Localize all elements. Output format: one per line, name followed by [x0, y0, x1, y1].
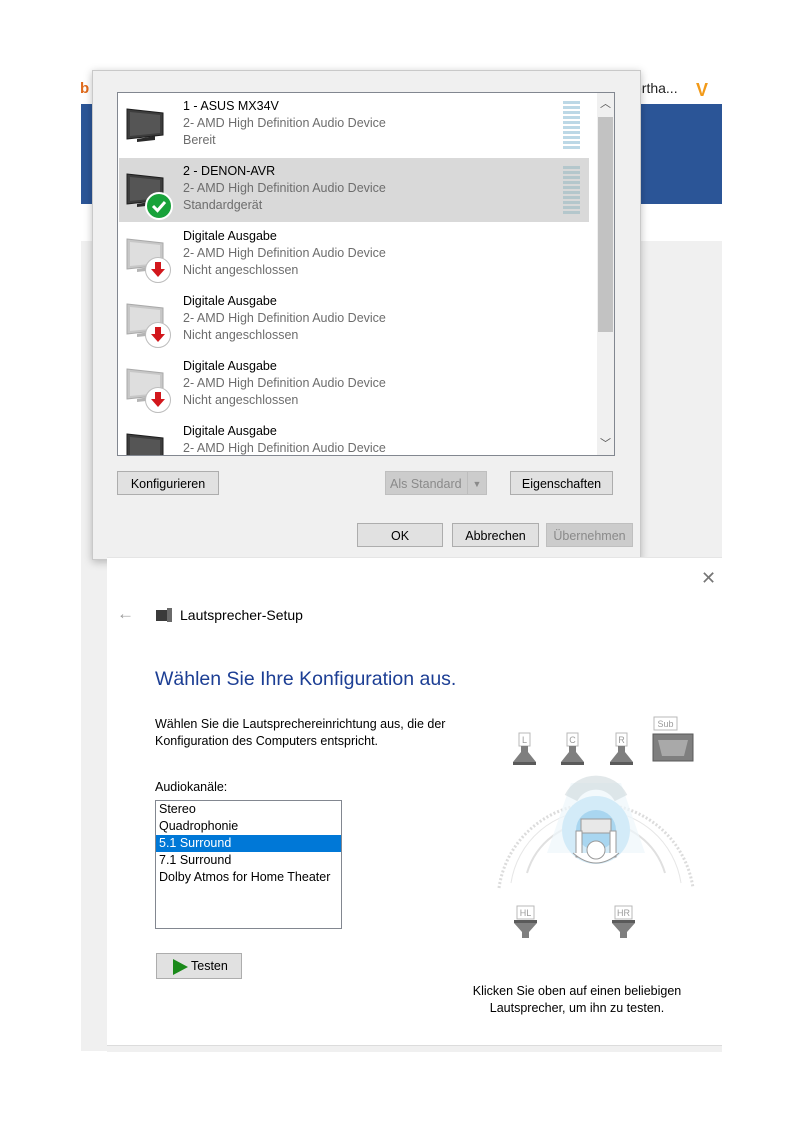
channel-option[interactable]: 7.1 Surround — [156, 852, 341, 869]
cancel-button[interactable]: Abbrechen — [452, 523, 539, 547]
test-button-label: Testen — [191, 959, 228, 973]
volume-meter — [563, 166, 580, 214]
speaker-rear-left[interactable]: HL — [514, 905, 537, 938]
page-heading: Wählen Sie Ihre Konfiguration aus. — [155, 668, 457, 690]
channel-option[interactable]: Quadrophonie — [156, 818, 341, 835]
background-browser-logo: V — [696, 80, 709, 100]
speaker-label-center: C — [569, 735, 576, 745]
close-icon[interactable]: ✕ — [701, 568, 716, 589]
speaker-front-right[interactable]: R — [610, 732, 633, 765]
set-default-label: Als Standard — [390, 477, 462, 491]
audio-channels-label: Audiokanäle: — [155, 780, 228, 794]
test-hint-text: Klicken Sie oben auf einen beliebigen La… — [472, 984, 682, 1015]
panel-footer — [107, 1045, 722, 1052]
channel-option[interactable]: Stereo — [156, 801, 341, 818]
device-row[interactable]: 1 - ASUS MX34V 2- AMD High Definition Aud… — [119, 93, 589, 157]
speaker-front-left[interactable]: L — [513, 732, 536, 765]
scroll-up-icon[interactable]: ︿ — [597, 93, 614, 115]
channel-option[interactable]: Dolby Atmos for Home Theater — [156, 869, 341, 886]
device-driver: 2- AMD High Definition Audio Device — [183, 246, 386, 260]
properties-button[interactable]: Eigenschaften — [510, 471, 613, 495]
arrow-down-icon — [145, 322, 171, 348]
check-icon — [145, 192, 173, 220]
device-name: 2 - DENON-AVR — [183, 164, 276, 178]
device-status: Bereit — [183, 133, 216, 147]
device-driver: 2- AMD High Definition Audio Device — [183, 311, 386, 325]
device-driver: 2- AMD High Definition Audio Device — [183, 376, 386, 390]
device-list-scrollbar[interactable]: ︿ ﹀ — [597, 93, 614, 455]
device-name: Digitale Ausgabe — [183, 359, 277, 373]
device-row[interactable]: 2 - DENON-AVR 2- AMD High Definition Audi… — [119, 158, 589, 222]
sound-dialog: 1 - ASUS MX34V 2- AMD High Definition Aud… — [92, 70, 641, 560]
device-name: Digitale Ausgabe — [183, 229, 277, 243]
speaker-center[interactable]: C — [561, 732, 584, 765]
device-status: Nicht angeschlossen — [183, 393, 299, 407]
audio-channels-list[interactable]: Stereo Quadrophonie 5.1 Surround 7.1 Surrou… — [155, 800, 342, 929]
instruction-text: Wählen Sie die Lautsprechereinrichtung a… — [155, 717, 446, 748]
apply-button[interactable]: Übernehmen — [546, 523, 633, 547]
arrow-down-icon — [145, 387, 171, 413]
device-status: Standardgerät — [183, 198, 263, 212]
device-row[interactable]: Digitale Ausgabe 2- AMD High Definition A… — [119, 223, 589, 287]
speaker-label-rear-left: HL — [520, 908, 532, 918]
speaker-label-left: L — [522, 735, 527, 745]
speaker-label-right: R — [618, 735, 625, 745]
device-row[interactable]: Digitale Ausgabe 2- AMD High Definition A… — [119, 353, 589, 417]
speaker-setup-icon — [156, 608, 172, 622]
speaker-label-sub: Sub — [657, 719, 673, 729]
panel-title: Lautsprecher-Setup — [180, 607, 303, 623]
monitor-icon — [126, 108, 164, 142]
ok-button[interactable]: OK — [357, 523, 443, 547]
speaker-layout-diagram: L C R Sub HL HR — [497, 716, 695, 938]
playback-device-list[interactable]: 1 - ASUS MX34V 2- AMD High Definition Aud… — [117, 92, 615, 456]
set-default-button[interactable]: Als Standard ▼ — [385, 471, 487, 495]
speaker-rear-right[interactable]: HR — [612, 905, 635, 938]
device-driver: 2- AMD High Definition Audio Device — [183, 181, 386, 195]
speaker-label-rear-right: HR — [617, 908, 630, 918]
volume-meter — [563, 101, 580, 149]
device-name: Digitale Ausgabe — [183, 294, 277, 308]
test-button[interactable]: Testen — [156, 953, 242, 979]
speaker-setup-panel: ✕ ← Lautsprecher-Setup Wählen Sie Ihre K… — [107, 557, 722, 1052]
speaker-subwoofer[interactable]: Sub — [652, 716, 694, 762]
device-status: Nicht angeschlossen — [183, 263, 299, 277]
device-status: Nicht angeschlossen — [183, 328, 299, 342]
scrollbar-thumb[interactable] — [598, 117, 613, 332]
arrow-down-icon — [145, 257, 171, 283]
device-driver: 2- AMD High Definition Audio Device — [183, 116, 386, 130]
device-row[interactable]: Digitale Ausgabe 2- AMD High Definition A… — [119, 418, 589, 455]
device-name: Digitale Ausgabe — [183, 424, 277, 438]
back-arrow-icon[interactable]: ← — [117, 604, 134, 624]
monitor-icon — [126, 433, 164, 455]
play-icon — [173, 959, 188, 975]
configure-button[interactable]: Konfigurieren — [117, 471, 219, 495]
device-driver: 2- AMD High Definition Audio Device — [183, 441, 386, 455]
device-row[interactable]: Digitale Ausgabe 2- AMD High Definition A… — [119, 288, 589, 352]
dropdown-arrow-icon[interactable]: ▼ — [467, 472, 486, 494]
device-name: 1 - ASUS MX34V — [183, 99, 279, 113]
channel-option[interactable]: 5.1 Surround — [156, 835, 341, 852]
scroll-down-icon[interactable]: ﹀ — [597, 433, 614, 455]
listening-area — [497, 775, 695, 889]
background-app-logo: b — [80, 80, 90, 97]
